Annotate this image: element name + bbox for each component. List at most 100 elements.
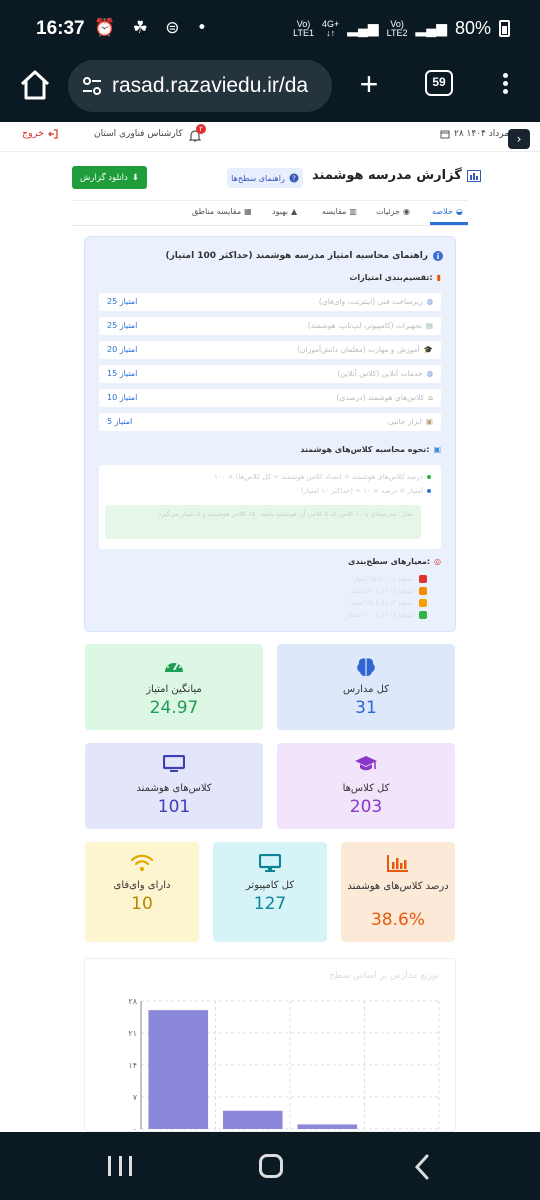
- stat-value: 24.97: [149, 698, 199, 718]
- stat-label: درصد کلاس‌های هوشمند: [347, 881, 449, 892]
- target-icon: ◎: [434, 557, 441, 566]
- download-icon: ⬇: [131, 172, 139, 183]
- new-tab-button[interactable]: +: [352, 66, 386, 103]
- dashboard-icon: ◒: [455, 207, 463, 216]
- score-row: 15 امتیاز خدمات آنلاین (کلاس آنلاین) ◍: [99, 365, 441, 383]
- page-title-text: گزارش مدرسه هوشمند: [312, 168, 462, 183]
- chart-icon: ▥: [349, 207, 357, 216]
- stat-card-smart-classes: کلاس‌های هوشمند 101: [85, 743, 263, 829]
- recent-apps-button[interactable]: [108, 1156, 132, 1176]
- level4-swatch: [419, 611, 427, 619]
- logout-icon: [47, 128, 58, 139]
- bullet: [427, 489, 431, 493]
- stat-label: کل مدارس: [343, 684, 389, 695]
- chart-bar: [222, 1110, 283, 1129]
- page-title: گزارش مدرسه هوشمند: [312, 168, 481, 183]
- level3-swatch: [419, 599, 427, 607]
- logout-link[interactable]: خروج: [22, 128, 58, 139]
- tab-compare[interactable]: مقایسه ▥: [322, 207, 357, 216]
- tab-switcher-button[interactable]: 59: [425, 70, 453, 96]
- stat-label: کل کامپیوتر: [245, 880, 295, 891]
- browser-menu-icon[interactable]: [495, 70, 515, 100]
- active-tab-indicator: [430, 222, 468, 225]
- brain-icon: [357, 658, 375, 676]
- score-points: 15 امتیاز: [107, 369, 138, 378]
- stat-value: 101: [157, 797, 191, 817]
- level2-label: سطح ۲: ۲۶ تا ۵۰ امتیاز: [349, 587, 413, 595]
- site-settings-icon[interactable]: [82, 77, 102, 95]
- tab-label: بهبود: [272, 207, 289, 216]
- score-label-text: خدمات آنلاین (کلاس آنلاین): [337, 369, 423, 378]
- score-label-text: تجهیزات (کامپیوتر، لپ‌تاپ، هوشمند): [307, 321, 422, 330]
- svg-text:?: ?: [292, 175, 296, 183]
- signal-icon: ▂▄▆: [347, 20, 379, 36]
- y-tick-label: ۲۱: [128, 1029, 137, 1038]
- download-report-button[interactable]: دانلود گزارش ⬇: [72, 166, 147, 189]
- stat-value: 127: [253, 894, 287, 914]
- home-nav-button[interactable]: [259, 1154, 283, 1178]
- calc-line: امتیاز = درصد × ۱۰ ÷ (حداکثر ۱۰ امتیاز): [301, 487, 431, 495]
- tab-details[interactable]: جزئیات ◉: [376, 207, 410, 216]
- signal2-icon: ▂▄▆: [415, 20, 447, 36]
- tab-regions-compare[interactable]: مقایسه مناطق ▦: [192, 207, 252, 216]
- stat-card-wifi: دارای وای‌فای 10: [85, 842, 199, 942]
- home-icon[interactable]: [18, 68, 52, 102]
- score-row: 20 امتیاز آموزش و مهارت (معلمان دانش‌آمو…: [99, 341, 441, 359]
- stat-label: میانگین امتیاز: [146, 684, 202, 695]
- download-label: دانلود گزارش: [80, 172, 128, 183]
- wifi-icon-wrap: [85, 854, 199, 876]
- report-tabs: مقایسه مناطق ▦ بهبود ▲ مقایسه ▥ جزئیات ◉…: [72, 200, 468, 226]
- stat-label: کل کلاس‌ها: [342, 783, 390, 794]
- tab-summary[interactable]: خلاصه ◒: [432, 207, 463, 216]
- score-label-text: کلاس‌های هوشمند (درصدی): [336, 393, 425, 402]
- score-points: 10 امتیاز: [107, 393, 138, 402]
- battery-icon: [499, 20, 510, 37]
- score-row: 10 امتیاز کلاس‌های هوشمند (درصدی) ⌂: [99, 389, 441, 407]
- score-row: 25 امتیاز زیرساخت فنی (اینترنت، وای‌فای)…: [99, 293, 441, 311]
- calc-box: درصد کلاس‌های هوشمند = (تعداد کلاس هوشمن…: [99, 465, 441, 549]
- bar-chart-svg: ۰ ۷ ۱۴ ۲۱ ۲۸: [128, 997, 440, 1132]
- tab-label: جزئیات: [376, 207, 400, 216]
- y-tick-label: ۰: [133, 1125, 137, 1132]
- y-tick-label: ۱۴: [128, 1061, 137, 1070]
- equipment-icon: ▤: [425, 321, 433, 330]
- address-bar[interactable]: rasad.razaviedu.ir/da: [68, 60, 332, 112]
- battery-percent: 80%: [454, 18, 491, 38]
- site-header: خروج کارشناس فناوری استان ۲ ۲۸ مرداد ۱۴۰…: [0, 122, 540, 152]
- brain-icon-wrap: [277, 656, 455, 678]
- bullet: [427, 475, 431, 479]
- back-nav-button[interactable]: [410, 1154, 436, 1180]
- tab-label: مقایسه: [322, 207, 347, 216]
- sidebar-toggle-button[interactable]: ›: [508, 129, 530, 149]
- score-row: 25 امتیاز تجهیزات (کامپیوتر، لپ‌تاپ، هوش…: [99, 317, 441, 335]
- calc-line-text: امتیاز = درصد × ۱۰ ÷ (حداکثر ۱۰ امتیاز): [300, 487, 423, 495]
- score-label: کلاس‌های هوشمند (درصدی) ⌂: [337, 393, 433, 402]
- browser-toolbar: rasad.razaviedu.ir/da + 59: [0, 58, 540, 122]
- warning-icon: ▲: [291, 207, 298, 216]
- stat-label: کلاس‌های هوشمند: [136, 783, 212, 794]
- score-label: آموزش و مهارت (معلمان دانش‌آموزان) 🎓: [297, 345, 433, 354]
- tab-label: خلاصه: [432, 207, 453, 216]
- level-guide-button[interactable]: راهنمای سطح‌ها ?: [227, 168, 303, 188]
- score-label: ابزار جانبی ▣: [388, 417, 433, 426]
- chart-icon: [387, 855, 408, 872]
- monitor-icon-wrap: [85, 755, 263, 777]
- wifi-icon: [131, 854, 153, 871]
- school-icon: ⌂: [428, 393, 433, 402]
- level1-label: سطح ۱: ۰ تا ۲۵ امتیاز: [353, 575, 413, 583]
- notifications-button[interactable]: ۲: [188, 124, 206, 142]
- tab-improvement[interactable]: بهبود ▲: [272, 207, 297, 216]
- level3-label: سطح ۳: ۵۱ تا ۷۵ امتیاز: [349, 599, 413, 607]
- building-icon: ▦: [244, 207, 252, 216]
- level1-swatch: [419, 575, 427, 583]
- criteria-title-text: معیارهای سطح‌بندی:: [348, 557, 431, 566]
- logout-label: خروج: [22, 128, 44, 139]
- score-points: 25 امتیاز: [107, 321, 138, 330]
- level2-swatch: [419, 587, 427, 595]
- guide-title: راهنمای محاسبه امتیاز مدرسه هوشمند (حداک…: [165, 251, 443, 261]
- score-label: زیرساخت فنی (اینترنت، وای‌فای) ◍: [319, 297, 433, 306]
- chart-bar: [297, 1124, 358, 1129]
- user-role: کارشناس فناوری استان: [94, 129, 183, 139]
- calc-line-text: درصد کلاس‌های هوشمند = (تعداد کلاس هوشمن…: [214, 473, 423, 481]
- stat-card-smart-percent: درصد کلاس‌های هوشمند 38.6%: [341, 842, 455, 942]
